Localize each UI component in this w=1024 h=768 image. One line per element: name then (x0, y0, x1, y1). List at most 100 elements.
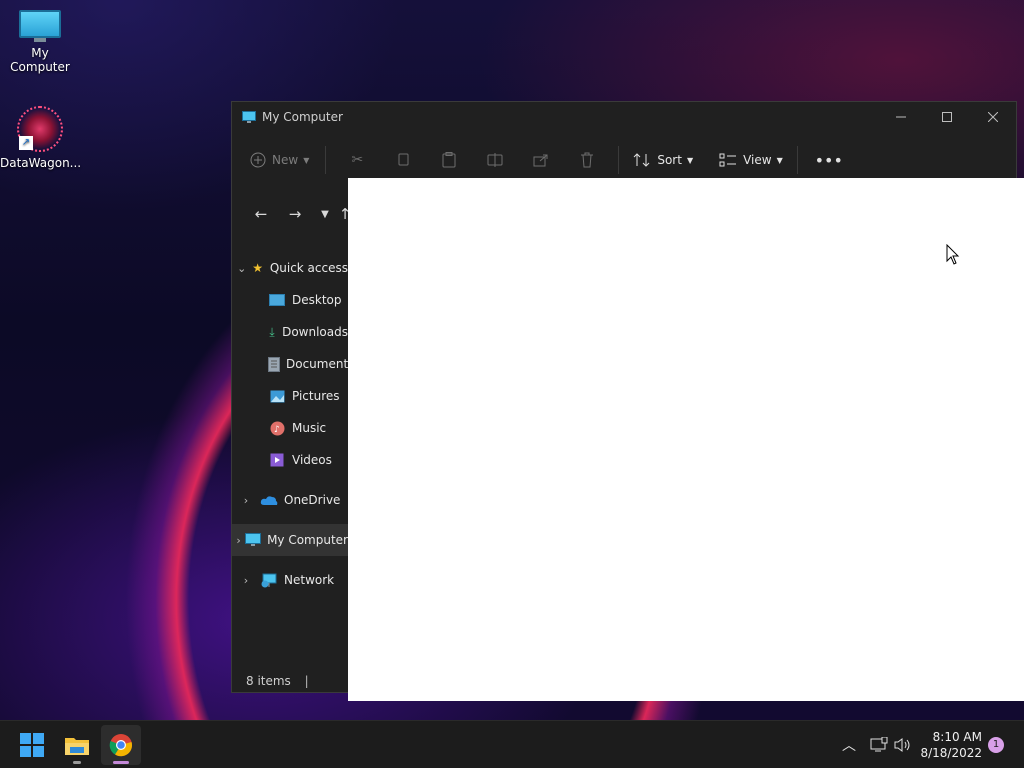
back-button[interactable]: ← (244, 200, 278, 228)
clock-time: 8:10 AM (932, 730, 982, 744)
new-button-label: New (272, 153, 299, 167)
chevron-down-icon: ▼ (776, 155, 783, 165)
navigation-bar: ← → ▼ ↑ (232, 200, 352, 228)
copy-icon (398, 153, 409, 166)
close-button[interactable] (970, 102, 1016, 132)
shortcut-arrow-icon: ↗ (19, 136, 33, 150)
more-dots-icon: ••• (814, 150, 843, 170)
sidebar-item-documents[interactable]: Documents (232, 348, 348, 380)
sidebar-item-label: Music (292, 421, 327, 435)
chrome-icon (109, 734, 133, 757)
sort-button[interactable]: Sort ▼ (633, 144, 693, 176)
sort-button-label: Sort (657, 153, 682, 167)
mouse-cursor-icon (946, 244, 960, 265)
maximize-button[interactable] (924, 102, 970, 132)
blank-content-pane[interactable] (348, 178, 1024, 701)
copy-button[interactable] (388, 145, 418, 175)
windows-logo-icon (20, 733, 44, 757)
minimize-icon (896, 116, 906, 118)
taskbar-file-explorer[interactable] (57, 725, 97, 765)
chevron-down-icon: ▼ (686, 155, 694, 165)
arrow-right-icon: → (288, 205, 302, 223)
rename-button[interactable] (480, 145, 510, 175)
taskbar-clock[interactable]: 8:10 AM 8/18/2022 (920, 729, 982, 761)
delete-button[interactable] (572, 145, 602, 175)
new-button[interactable]: New ▼ (250, 144, 309, 176)
volume-button[interactable] (894, 721, 912, 768)
window-title: My Computer (262, 110, 343, 124)
sidebar-item-videos[interactable]: Videos (232, 444, 348, 476)
rename-icon (487, 153, 503, 167)
monitor-icon (242, 111, 256, 123)
sidebar-item-onedrive[interactable]: › OneDrive (232, 484, 348, 516)
sidebar-item-downloads[interactable]: ⤓ Downloads (232, 316, 348, 348)
items-count: 8 items (246, 674, 291, 688)
toolbar-divider (618, 146, 620, 174)
network-status-icon (870, 737, 888, 752)
sidebar-item-label: OneDrive (284, 493, 341, 507)
command-bar: New ▼ ✂ Sort ▼ View ▼ ••• (232, 140, 1016, 180)
cloud-icon (260, 492, 278, 508)
chevron-right-icon[interactable]: › (232, 534, 245, 547)
chevron-down-icon[interactable]: ⌄ (232, 262, 251, 275)
sidebar-item-label: Quick access (269, 261, 348, 275)
monitor-icon (19, 10, 61, 42)
pictures-icon (268, 388, 286, 404)
sidebar-item-label: My Computer (267, 533, 348, 547)
videos-icon (268, 452, 286, 468)
active-indicator (113, 761, 129, 764)
chevron-down-icon: ▼ (321, 208, 329, 220)
sidebar-item-quick-access[interactable]: ⌄ ★ Quick access (232, 252, 348, 284)
monitor-icon (245, 532, 262, 548)
sidebar-item-my-computer[interactable]: › My Computer (232, 524, 348, 556)
clipboard-icon (442, 152, 456, 168)
show-hidden-icons-button[interactable]: ︿ (842, 721, 856, 768)
toolbar-divider (325, 146, 327, 174)
paste-button[interactable] (434, 145, 464, 175)
status-bar: 8 items | (246, 674, 309, 688)
minimize-button[interactable] (878, 102, 924, 132)
view-button[interactable]: View ▼ (719, 144, 783, 176)
trash-icon (581, 152, 594, 168)
more-options-button[interactable]: ••• (814, 145, 844, 175)
desktop-icon-label: My Computer (10, 46, 70, 74)
plus-circle-icon (250, 152, 266, 168)
taskbar-chrome[interactable] (101, 725, 141, 765)
datawagon-icon: ↗ (17, 106, 63, 152)
navigation-pane: ⌄ ★ Quick access Desktop ⤓ Downloads Doc… (232, 252, 348, 596)
sidebar-item-network[interactable]: › Network (232, 564, 348, 596)
maximize-icon (942, 112, 952, 122)
svg-text:♪: ♪ (274, 425, 280, 435)
share-button[interactable] (526, 145, 556, 175)
start-button[interactable] (12, 725, 52, 765)
chevron-up-icon: ︿ (842, 738, 856, 754)
desktop-icon-label: DataWagon... (0, 156, 82, 170)
forward-button[interactable]: → (278, 200, 312, 228)
sidebar-item-music[interactable]: ♪ Music (232, 412, 348, 444)
arrow-left-icon: ← (254, 205, 268, 223)
sort-icon (633, 153, 650, 167)
desktop-icon-my-computer[interactable]: My Computer (0, 10, 80, 74)
music-icon: ♪ (268, 420, 286, 436)
share-icon (533, 154, 548, 167)
window-titlebar[interactable]: My Computer (232, 102, 1016, 132)
sidebar-item-pictures[interactable]: Pictures (232, 380, 348, 412)
recent-locations-button[interactable]: ▼ (312, 200, 338, 228)
network-icon (260, 572, 278, 588)
sidebar-item-label: Videos (292, 453, 332, 467)
notification-badge[interactable]: 1 (988, 737, 1004, 753)
download-icon: ⤓ (269, 324, 275, 339)
cut-button[interactable]: ✂ (342, 145, 372, 175)
network-status-button[interactable] (870, 721, 888, 768)
chevron-right-icon[interactable]: › (232, 494, 260, 507)
sidebar-item-desktop[interactable]: Desktop (232, 284, 348, 316)
status-divider: | (304, 674, 309, 688)
chevron-right-icon[interactable]: › (232, 574, 260, 587)
close-icon (988, 112, 998, 122)
desktop-icon-datawagon[interactable]: ↗ DataWagon... (0, 106, 82, 170)
sidebar-item-label: Desktop (292, 293, 342, 307)
desktop-folder-icon (268, 292, 286, 308)
view-list-icon (719, 153, 737, 167)
clock-date: 8/18/2022 (920, 746, 982, 760)
chevron-down-icon: ▼ (303, 155, 310, 165)
